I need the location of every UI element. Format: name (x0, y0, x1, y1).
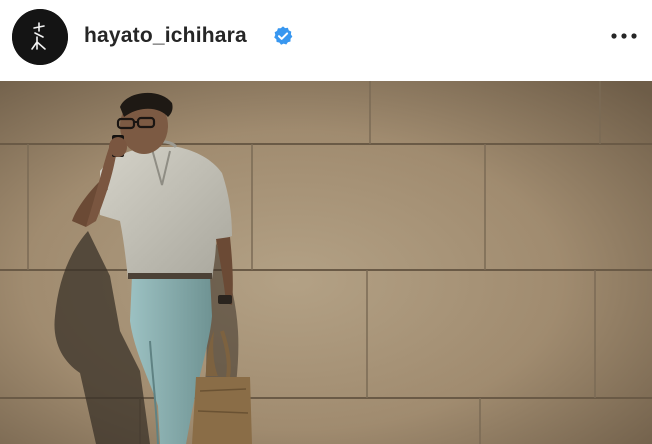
more-options-button[interactable] (606, 22, 642, 50)
more-options-icon (611, 33, 637, 39)
username-link[interactable]: hayato_ichihara (84, 22, 247, 50)
calligraphy-logo-icon (12, 9, 68, 65)
avatar[interactable] (12, 9, 68, 65)
photo (0, 81, 652, 444)
verified-badge-icon (272, 25, 294, 47)
post-photo[interactable] (0, 81, 652, 444)
post-header: hayato_ichihara (0, 0, 652, 80)
